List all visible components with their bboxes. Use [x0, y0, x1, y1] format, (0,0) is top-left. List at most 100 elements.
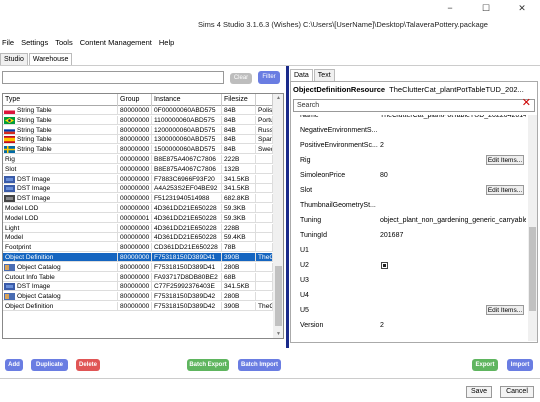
resource-row[interactable]: Footprint 80000000 CD361DD21E650228 78B	[3, 243, 283, 253]
row-filesize: 222B	[222, 155, 256, 164]
resource-row[interactable]: DST Image 00000000 A4A253S2EF04BE92 341.5KB	[3, 184, 283, 194]
property-value[interactable]	[380, 199, 526, 212]
resource-row[interactable]: Rig 00000000 B8E875A4067C7806 222B	[3, 155, 283, 164]
tab-text[interactable]: Text	[313, 69, 335, 81]
row-filesize: 390B	[222, 302, 256, 311]
batch-import-button[interactable]: Batch Import	[238, 359, 281, 371]
resource-row[interactable]: Model LOD 00000001 4D361DD21E650228 59.3KB	[3, 213, 283, 223]
resource-row[interactable]: Cutout Info Table 80000000 FA93717D8DB80BE…	[3, 272, 283, 282]
filter-input[interactable]	[2, 71, 224, 84]
resource-row[interactable]: Object Catalog 80000000 F75318150D389D42 28…	[3, 292, 283, 302]
property-row[interactable]: Rig Edit Items...	[293, 154, 527, 167]
property-row[interactable]: U3	[293, 274, 527, 287]
row-filesize: 341.5KB	[222, 282, 256, 292]
menu-file[interactable]: File	[2, 38, 14, 47]
property-row[interactable]: U4	[293, 289, 527, 302]
clear-search-icon[interactable]: ✕	[522, 98, 531, 109]
menu-tools[interactable]: Tools	[55, 38, 73, 47]
resource-row[interactable]: DST Image 80000000 C77F25992376403E 341.5KB	[3, 282, 283, 292]
property-row[interactable]: Name TheClutterCat_plantPotTableTUD_20220…	[293, 115, 527, 122]
row-instance: B8E875A4067C7806	[152, 155, 222, 164]
batch-export-button[interactable]: Batch Export	[187, 359, 229, 371]
menu-settings[interactable]: Settings	[21, 38, 48, 47]
duplicate-button[interactable]: Duplicate	[31, 359, 68, 371]
scroll-up-icon[interactable]: ▲	[273, 94, 283, 102]
column-group[interactable]: Group	[118, 94, 152, 106]
resource-row[interactable]: String Table 80000000 1200000060ABD575 84B R…	[3, 125, 283, 135]
add-button[interactable]: Add	[5, 359, 23, 371]
scroll-thumb[interactable]	[275, 266, 282, 326]
grid-vertical-scrollbar[interactable]: ▲ ▼	[273, 94, 283, 338]
edit-items-button[interactable]: Edit Items...	[486, 185, 524, 195]
edit-items-button[interactable]: Edit Items...	[486, 155, 524, 165]
grid-header: Type Group Instance Filesize	[3, 94, 283, 106]
close-button[interactable]: ✕	[504, 0, 540, 16]
property-row[interactable]: U1	[293, 244, 527, 257]
property-value[interactable]: 80	[380, 169, 526, 182]
property-value[interactable]	[380, 274, 526, 287]
property-value[interactable]: 2	[380, 319, 526, 332]
property-scrollbar[interactable]	[528, 115, 537, 341]
scroll-down-icon[interactable]: ▼	[273, 330, 283, 338]
property-value[interactable]: 201687	[380, 229, 526, 242]
row-type: Object Catalog	[3, 292, 118, 302]
property-value[interactable]: 2	[380, 139, 526, 152]
row-extra	[256, 174, 273, 184]
maximize-button[interactable]: ☐	[468, 0, 504, 16]
resource-row[interactable]: Model 00000000 4D361DD21E650228 59.4KB	[3, 233, 283, 243]
menu-help[interactable]: Help	[159, 38, 174, 47]
property-row[interactable]: Slot Edit Items...	[293, 184, 527, 197]
property-row[interactable]: Tuning object_plant_non_gardening_generic…	[293, 214, 527, 227]
row-instance: CD361DD21E650228	[152, 243, 222, 253]
resource-row[interactable]: String Table 80000000 0F00000060ABD575 84B P…	[3, 106, 283, 115]
property-search-input[interactable]: Search ✕	[293, 98, 535, 112]
save-button[interactable]: Save	[466, 386, 492, 398]
property-row[interactable]: NegativeEnvironmentS...	[293, 124, 527, 137]
column-extra[interactable]	[256, 94, 273, 106]
resource-row[interactable]: String Table 80000000 1500000060ABD575 84B S…	[3, 145, 283, 155]
property-row[interactable]: U2	[293, 259, 527, 272]
property-scroll-thumb[interactable]	[529, 227, 536, 311]
property-row[interactable]: PositiveEnvironmentSc... 2	[293, 139, 527, 152]
resource-row[interactable]: Model LOD 00000000 4D361DD21E650228 59.3KB	[3, 204, 283, 213]
property-row[interactable]: TuningId 201687	[293, 229, 527, 242]
resource-row[interactable]: String Table 80000000 1300000060ABD575 84B S…	[3, 135, 283, 145]
property-value[interactable]	[380, 289, 526, 302]
resource-row[interactable]: Object Definition 80000000 F75318150D389D4…	[3, 253, 283, 262]
row-type: Cutout Info Table	[3, 272, 118, 282]
filter-button[interactable]: Filter	[258, 71, 280, 84]
row-group: 80000000	[118, 292, 152, 302]
minimize-button[interactable]: −	[432, 0, 468, 16]
tab-studio[interactable]: Studio	[0, 53, 28, 65]
property-row[interactable]: Version 2	[293, 319, 527, 332]
resource-row[interactable]: Object Definition 80000000 F75318150D389D4…	[3, 302, 283, 311]
property-row[interactable]: ThumbnailGeometrySt...	[293, 199, 527, 212]
column-filesize[interactable]: Filesize	[222, 94, 256, 106]
resource-row[interactable]: DST Image 00000000 F51231940514988 682.8KB	[3, 194, 283, 204]
property-value[interactable]: TheClutterCat_plantPotTableTUD_202204201…	[380, 115, 526, 122]
column-instance[interactable]: Instance	[152, 94, 222, 106]
clear-button[interactable]: Clear	[230, 73, 252, 84]
property-value[interactable]	[380, 124, 526, 137]
property-row[interactable]: U5 Edit Items...	[293, 304, 527, 317]
resource-row[interactable]: Light 00000000 4D361DD21E650228 228B	[3, 223, 283, 233]
row-group: 00000000	[118, 174, 152, 184]
cancel-button[interactable]: Cancel	[500, 386, 534, 398]
resource-row[interactable]: Slot 00000000 B8E875A4067C7806 132B	[3, 164, 283, 174]
resource-row[interactable]: String Table 80000000 1100000060ABD575 84B P…	[3, 115, 283, 125]
property-row[interactable]: SimoleonPrice 80	[293, 169, 527, 182]
tab-data[interactable]: Data	[290, 69, 313, 81]
resource-row[interactable]: DST Image 00000000 F7883C6966F93F20 341.5KB	[3, 174, 283, 184]
resource-row[interactable]: Object Catalog 80000000 F75318150D389D41 28…	[3, 262, 283, 272]
property-value[interactable]: object_plant_non_gardening_generic_carry…	[380, 214, 526, 227]
export-button[interactable]: Export	[472, 359, 498, 371]
property-name: TuningId	[300, 232, 327, 239]
column-type[interactable]: Type	[3, 94, 118, 106]
property-value[interactable]	[380, 244, 526, 257]
edit-items-button[interactable]: Edit Items...	[486, 305, 524, 315]
property-value[interactable]	[380, 259, 526, 272]
property-checkbox[interactable]	[381, 262, 388, 269]
delete-button[interactable]: Delete	[76, 359, 100, 371]
import-button[interactable]: Import	[507, 359, 533, 371]
menu-content-management[interactable]: Content Management	[80, 38, 152, 47]
